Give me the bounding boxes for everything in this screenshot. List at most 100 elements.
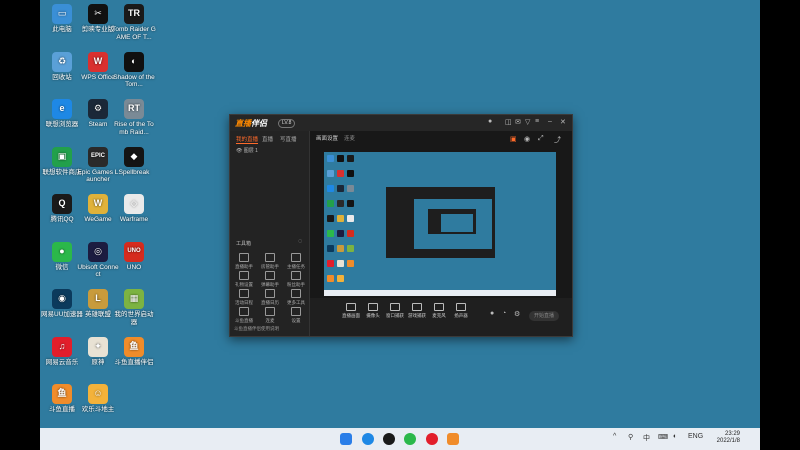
tray-item[interactable]: 中 bbox=[643, 433, 650, 443]
gear-icon[interactable]: ⚙ bbox=[514, 310, 520, 318]
tray-item[interactable]: ENG bbox=[688, 433, 703, 440]
desktop-icon[interactable]: RT Rise of the Tomb Raid... bbox=[112, 99, 156, 136]
desktop-icon[interactable]: ☺ 欢乐斗地主 bbox=[76, 384, 120, 414]
nested-preview-window bbox=[386, 187, 495, 258]
layer-header[interactable]: 👁 图层 1 bbox=[236, 147, 258, 154]
desktop-icon[interactable]: ◇ Warframe bbox=[112, 194, 156, 224]
tool-button[interactable]: 更多工具 bbox=[285, 289, 307, 306]
tool-button[interactable]: 直播日历 bbox=[259, 289, 281, 306]
main-panel: 画面设置 连麦 ▣ ◉ ⤢ ⤴ 直播画面 摄像头 窗口捕获 游戏捕获 麦克风 扬声器 bbox=[310, 131, 572, 336]
desktop-icon[interactable]: ◐ Shadow of the Tom... bbox=[112, 51, 156, 89]
app-icon: 鱼 bbox=[52, 384, 72, 404]
desktop-icon[interactable]: ▦ 我的世界启动器 bbox=[112, 289, 156, 326]
preview-canvas[interactable] bbox=[324, 152, 556, 296]
nested-preview-canvas-2 bbox=[441, 214, 473, 232]
settings-icon[interactable]: ≡ bbox=[535, 118, 539, 125]
tool-icon bbox=[239, 307, 249, 316]
menu-icon[interactable]: ▽ bbox=[525, 118, 530, 126]
douyu-icon[interactable] bbox=[447, 433, 459, 445]
minimize-icon[interactable]: – bbox=[548, 118, 552, 125]
source-button[interactable]: 麦克风 bbox=[428, 303, 450, 319]
tool-button[interactable]: 粉丝助手 bbox=[285, 271, 307, 288]
app-titlebar[interactable]: 直播伴侣 LV.8 ● ◫ ✉ ▽ ≡ – ✕ bbox=[230, 115, 572, 131]
preview-icon bbox=[337, 215, 344, 222]
tab-mic-link[interactable]: 连麦 bbox=[344, 134, 355, 142]
toolbox-settings-icon[interactable]: ◌ bbox=[298, 238, 302, 245]
tray-item[interactable]: ◐ bbox=[673, 433, 677, 440]
nested-preview-window-2 bbox=[428, 209, 476, 234]
netease-music-icon[interactable] bbox=[426, 433, 438, 445]
wechat-icon[interactable] bbox=[404, 433, 416, 445]
desktop-icon-label: Tomb Raider GAME OF T... bbox=[112, 26, 156, 41]
source-button[interactable]: 直播画面 bbox=[340, 303, 362, 319]
preview-icon bbox=[347, 215, 354, 222]
browser-icon[interactable] bbox=[362, 433, 374, 445]
source-button[interactable]: 游戏捕获 bbox=[406, 303, 428, 319]
tool-button[interactable]: 设置 bbox=[285, 307, 307, 324]
volume-icon[interactable]: ◔ bbox=[502, 310, 506, 317]
tray-item[interactable]: ^ bbox=[613, 433, 616, 440]
tray-item[interactable]: ⚲ bbox=[628, 433, 633, 441]
source-button[interactable]: 扬声器 bbox=[450, 303, 472, 319]
app-icon: ◐ bbox=[124, 51, 144, 72]
tab-live[interactable]: 直播 bbox=[262, 135, 273, 143]
tab-my-live[interactable]: 我的直播 bbox=[236, 135, 259, 144]
app-icon: W bbox=[88, 194, 108, 214]
source-label: 麦克风 bbox=[432, 313, 446, 318]
preview-icon bbox=[327, 275, 334, 282]
start-live-button[interactable]: 开始直播 bbox=[529, 311, 559, 321]
source-button[interactable]: 摄像头 bbox=[362, 303, 384, 319]
desktop-icon-label: 我的世界启动器 bbox=[114, 311, 154, 326]
left-panel: 我的直播 直播 写直播 👁 图层 1 工具箱 ◌ 直播助手 房管助手 主播任务 礼物设… bbox=[230, 131, 310, 336]
preview-icon bbox=[327, 200, 334, 207]
douyu-streaming-window[interactable]: 直播伴侣 LV.8 ● ◫ ✉ ▽ ≡ – ✕ 我的直播 直播 写直播 👁 图层… bbox=[229, 114, 573, 337]
desktop-icon[interactable]: TR Tomb Raider GAME OF T... bbox=[112, 4, 156, 41]
app-icon: UNO bbox=[124, 241, 144, 262]
app-icon: L bbox=[88, 289, 108, 309]
close-icon[interactable]: ✕ bbox=[560, 118, 566, 126]
mic-icon[interactable]: ● bbox=[490, 310, 494, 317]
app-icon: ✦ bbox=[88, 336, 108, 357]
user-avatar-icon[interactable]: ● bbox=[488, 118, 492, 125]
tab-scene-settings[interactable]: 画面设置 bbox=[316, 134, 338, 142]
skin-icon[interactable]: ◫ bbox=[505, 118, 512, 126]
qq-icon[interactable] bbox=[383, 433, 395, 445]
eye-icon[interactable]: 👁 bbox=[236, 148, 242, 154]
message-icon[interactable]: ✉ bbox=[515, 118, 521, 126]
tool-label: 房管助手 bbox=[261, 264, 279, 269]
desktop-icon[interactable]: ◆ Spellbreak bbox=[112, 146, 156, 177]
tool-button[interactable]: 弹幕助手 bbox=[259, 271, 281, 288]
fullscreen-icon[interactable]: ⤢ bbox=[538, 135, 544, 143]
notice-text[interactable]: 斗鱼直播伴侣使用说明 bbox=[234, 326, 279, 332]
app-icon: ☺ bbox=[88, 384, 108, 404]
record-icon[interactable]: ◉ bbox=[524, 135, 530, 143]
app-icon: ◉ bbox=[52, 289, 72, 309]
tray-item[interactable]: ⌨ bbox=[658, 433, 668, 441]
source-button[interactable]: 窗口捕获 bbox=[384, 303, 406, 319]
source-icon bbox=[456, 303, 466, 311]
tool-icon bbox=[265, 253, 275, 262]
source-icon bbox=[346, 303, 356, 311]
desktop-icon[interactable]: 鱼斗鱼直播伴侣 bbox=[112, 336, 156, 367]
tool-button[interactable]: 主播任务 bbox=[285, 253, 307, 270]
tool-button[interactable]: 斗鱼直播 bbox=[233, 307, 255, 324]
tool-label: 礼物设置 bbox=[235, 282, 253, 287]
start-icon[interactable] bbox=[340, 433, 352, 445]
tool-label: 活动日程 bbox=[235, 300, 253, 305]
tool-button[interactable]: 直播助手 bbox=[233, 253, 255, 270]
app-icon: TR bbox=[124, 4, 144, 24]
app-icon: ⚙ bbox=[88, 99, 108, 119]
gift-icon[interactable]: ▣ bbox=[510, 135, 517, 143]
tool-label: 连麦 bbox=[265, 318, 275, 323]
desktop-icon-label: 斗鱼直播伴侣 bbox=[114, 358, 154, 366]
share-icon[interactable]: ⤴ bbox=[554, 135, 561, 145]
tool-button[interactable]: 礼物设置 bbox=[233, 271, 255, 288]
source-icon bbox=[412, 303, 422, 311]
tool-button[interactable]: 房管助手 bbox=[259, 253, 281, 270]
tool-icon bbox=[291, 253, 301, 262]
desktop-icon[interactable]: UNO UNO bbox=[112, 241, 156, 272]
tool-button[interactable]: 连麦 bbox=[259, 307, 281, 324]
clock[interactable]: 23:29 2022/1/8 bbox=[717, 431, 740, 445]
tool-button[interactable]: 活动日程 bbox=[233, 289, 255, 306]
tab-write-live[interactable]: 写直播 bbox=[280, 135, 297, 143]
